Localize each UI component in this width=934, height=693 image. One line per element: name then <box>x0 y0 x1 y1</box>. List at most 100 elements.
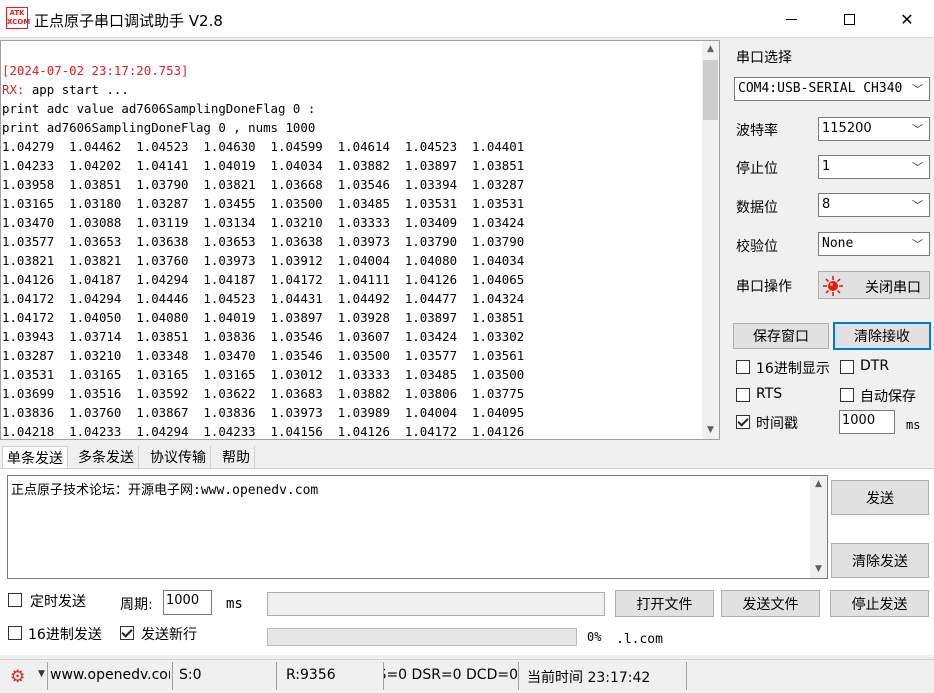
rts-checkbox[interactable] <box>736 388 750 402</box>
close-button[interactable]: ✕ <box>884 0 930 38</box>
parity-select[interactable]: None ﹀ <box>818 232 930 256</box>
port-select[interactable]: COM4:USB-SERIAL CH340 ﹀ <box>734 77 930 101</box>
maximize-button[interactable] <box>826 0 872 38</box>
port-select-label: 串口选择 <box>736 50 792 66</box>
receive-line: 1.03577 1.03653 1.03638 1.03653 1.03638 … <box>2 234 525 249</box>
send-textarea[interactable]: 正点原子技术论坛：开源电子网:www.openedv.com ▲ ▼ <box>7 475 828 579</box>
stopbits-select[interactable]: 1 ﹀ <box>818 155 930 179</box>
receive-line: 1.03699 1.03516 1.03592 1.03622 1.03683 … <box>2 386 525 401</box>
scroll-down-icon[interactable]: ▼ <box>810 561 827 578</box>
dtr-label: DTR <box>860 358 890 374</box>
auto-save-label: 自动保存 <box>860 389 916 405</box>
chevron-down-icon: ﹀ <box>912 238 923 251</box>
receive-line: 1.03821 1.03821 1.03760 1.03973 1.03912 … <box>2 253 525 268</box>
rx-prefix: RX: <box>2 82 25 97</box>
tab-multi-send[interactable]: 多条发送 <box>74 446 139 468</box>
scroll-down-icon[interactable]: ▼ <box>702 422 719 439</box>
receive-timestamp: [2024-07-02 23:17:20.753] <box>2 63 189 78</box>
chevron-down-icon: ﹀ <box>912 199 923 212</box>
send-button[interactable]: 发送 <box>831 480 929 515</box>
receive-line: 1.04172 1.04294 1.04446 1.04523 1.04431 … <box>2 291 525 306</box>
databits-label: 数据位 <box>736 200 778 216</box>
databits-value: 8 <box>822 197 831 212</box>
timed-send-checkbox[interactable] <box>8 593 22 607</box>
stopbits-value: 1 <box>822 159 831 174</box>
receive-scrollbar[interactable]: ▲ ▼ <box>702 41 719 439</box>
chevron-down-icon[interactable]: ▼ <box>38 669 45 679</box>
status-received: R:9356 <box>286 667 336 683</box>
receive-line: 1.04126 1.04187 1.04294 1.04187 1.04172 … <box>2 272 525 287</box>
receive-line: 1.03531 1.03165 1.03165 1.03165 1.03012 … <box>2 367 525 382</box>
minimize-icon <box>785 18 797 20</box>
close-port-button[interactable]: 关闭串口 <box>818 271 930 299</box>
receive-area[interactable]: [2024-07-02 23:17:20.753] RX: app start … <box>0 40 720 440</box>
status-divider <box>172 662 173 690</box>
rts-label: RTS <box>756 386 783 402</box>
receive-line: print adc value ad7606SamplingDoneFlag 0… <box>2 101 316 116</box>
receive-line: 1.04233 1.04202 1.04141 1.04019 1.04034 … <box>2 158 525 173</box>
parity-value: None <box>822 236 854 251</box>
receive-text: [2024-07-02 23:17:20.753] RX: app start … <box>2 61 525 439</box>
tab-single-send[interactable]: 单条发送 <box>2 446 68 468</box>
stopbits-label: 停止位 <box>736 161 778 177</box>
hex-send-label: 16进制发送 <box>28 627 102 643</box>
dtr-checkbox[interactable] <box>840 360 854 374</box>
receive-line: 1.04172 1.04050 1.04080 1.04019 1.03897 … <box>2 310 525 325</box>
port-op-label: 串口操作 <box>736 279 792 295</box>
url-link[interactable]: .l.com <box>614 627 930 655</box>
stop-send-button[interactable]: 停止发送 <box>830 590 929 617</box>
scroll-up-icon[interactable]: ▲ <box>810 476 827 493</box>
send-scrollbar[interactable]: ▲ ▼ <box>810 476 827 578</box>
progress-percent: 0% <box>587 630 602 644</box>
url-text: .l.com <box>616 632 663 647</box>
timed-send-label: 定时发送 <box>30 594 86 610</box>
status-divider <box>47 662 48 690</box>
open-file-button[interactable]: 打开文件 <box>615 590 714 617</box>
port-select-value: COM4:USB-SERIAL CH340 <box>738 81 903 96</box>
timestamp-label: 时间戳 <box>756 416 798 432</box>
period-input[interactable]: 1000 <box>163 590 212 615</box>
status-led-icon <box>823 276 843 296</box>
receive-line: 1.03165 1.03180 1.03287 1.03455 1.03500 … <box>2 196 525 211</box>
clear-send-button[interactable]: 清除发送 <box>831 543 929 578</box>
send-progress-bar <box>267 628 577 646</box>
status-divider <box>276 662 277 690</box>
baud-select[interactable]: 115200 ﹀ <box>818 117 930 141</box>
tab-protocol[interactable]: 协议传输 <box>146 446 211 468</box>
receive-line: 1.03470 1.03088 1.03119 1.03134 1.03210 … <box>2 215 525 230</box>
tab-help[interactable]: 帮助 <box>218 446 255 468</box>
hex-send-checkbox[interactable] <box>8 626 22 640</box>
title-bar: ATK XCOM 正点原子串口调试助手 V2.8 ✕ <box>0 0 934 38</box>
databits-select[interactable]: 8 ﹀ <box>818 193 930 217</box>
close-port-label: 关闭串口 <box>865 280 921 296</box>
close-icon: ✕ <box>900 9 914 29</box>
send-file-button[interactable]: 发送文件 <box>721 590 820 617</box>
timestamp-ms-input[interactable]: 1000 <box>839 410 895 434</box>
status-bar: ⚙ ▼ www.openedv.com S:0 R:9356 CTS=0 DSR… <box>0 659 934 693</box>
status-divider <box>518 662 519 690</box>
send-newline-checkbox[interactable] <box>120 626 134 640</box>
receive-line: 1.03958 1.03851 1.03790 1.03821 1.03668 … <box>2 177 525 192</box>
status-sent: S:0 <box>179 667 202 683</box>
timestamp-checkbox[interactable] <box>736 415 750 429</box>
receive-line: app start ... <box>24 82 129 97</box>
chevron-down-icon: ﹀ <box>912 123 923 136</box>
scroll-up-icon[interactable]: ▲ <box>702 41 719 58</box>
clear-receive-button[interactable]: 清除接收 <box>833 322 931 350</box>
file-path-field[interactable] <box>267 592 605 616</box>
scroll-thumb[interactable] <box>703 60 718 120</box>
receive-line: 1.03836 1.03760 1.03867 1.03836 1.03973 … <box>2 405 525 420</box>
minimize-button[interactable] <box>768 0 814 38</box>
window-title: 正点原子串口调试助手 V2.8 <box>34 12 223 30</box>
chevron-down-icon: ﹀ <box>912 83 923 96</box>
receive-line: 1.04218 1.04233 1.04294 1.04233 1.04156 … <box>2 424 525 439</box>
period-label: 周期: <box>120 597 153 613</box>
receive-line: print ad7606SamplingDoneFlag 0 , nums 10… <box>2 120 316 135</box>
parity-label: 校验位 <box>736 239 778 255</box>
save-window-button[interactable]: 保存窗口 <box>733 323 829 349</box>
hex-display-checkbox[interactable] <box>736 360 750 374</box>
auto-save-checkbox[interactable] <box>840 388 854 402</box>
status-website[interactable]: www.openedv.com <box>50 667 170 683</box>
receive-line: 1.04279 1.04462 1.04523 1.04630 1.04599 … <box>2 139 525 154</box>
gear-icon[interactable]: ⚙ <box>10 667 25 687</box>
